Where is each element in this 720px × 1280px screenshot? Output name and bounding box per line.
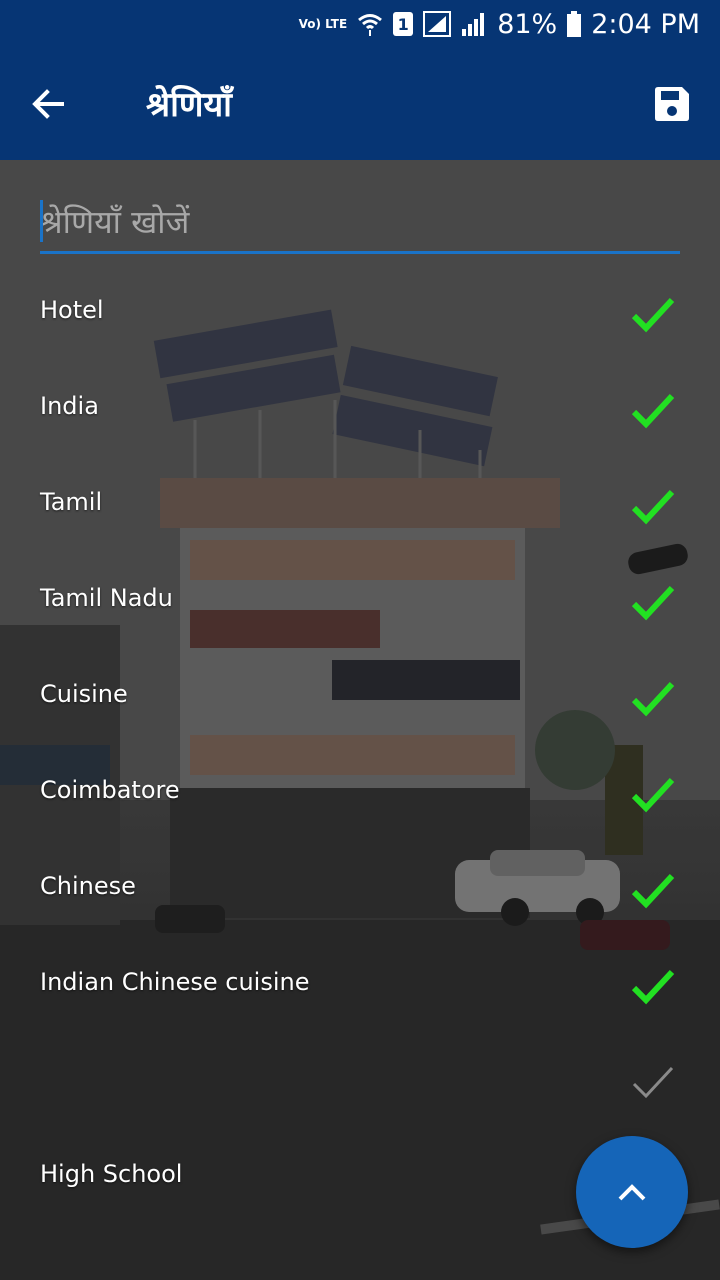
arrow-left-icon[interactable] xyxy=(28,84,68,124)
check-icon[interactable] xyxy=(630,966,676,1006)
check-icon[interactable] xyxy=(630,294,676,334)
list-item[interactable]: Hotel xyxy=(0,268,720,364)
category-label: High School xyxy=(40,1160,183,1188)
battery-percent: 81% xyxy=(497,8,558,40)
clock: 2:04 PM xyxy=(591,8,700,40)
sim-icon: 1 xyxy=(393,12,414,36)
list-item[interactable]: Coimbatore xyxy=(0,748,720,844)
check-icon[interactable] xyxy=(630,486,676,526)
status-bar: Vo) LTE 1 81% 2:04 PM xyxy=(0,0,720,48)
text-cursor xyxy=(40,200,43,242)
check-icon[interactable] xyxy=(630,870,676,910)
list-item[interactable]: Cuisine xyxy=(0,652,720,748)
volte-icon: Vo) LTE xyxy=(298,17,348,31)
list-item[interactable] xyxy=(0,1036,720,1132)
category-label: Hotel xyxy=(40,296,104,324)
category-label: Tamil xyxy=(40,488,103,516)
category-label: Coimbatore xyxy=(40,776,180,804)
search-input[interactable] xyxy=(40,196,680,248)
wifi-icon xyxy=(358,14,383,36)
signal-bars-icon xyxy=(462,13,485,36)
signal-icon xyxy=(423,11,452,37)
check-icon[interactable] xyxy=(630,678,676,718)
check-icon[interactable] xyxy=(630,1062,676,1102)
category-label: India xyxy=(40,392,99,420)
list-item[interactable]: Indian Chinese cuisine xyxy=(0,940,720,1036)
category-label: Cuisine xyxy=(40,680,128,708)
check-icon[interactable] xyxy=(630,390,676,430)
list-item[interactable]: Tamil Nadu xyxy=(0,556,720,652)
app-bar: श्रेणियाँ xyxy=(0,48,720,160)
category-search[interactable] xyxy=(40,196,680,254)
battery-icon xyxy=(567,11,582,37)
floppy-disk-icon[interactable] xyxy=(652,84,692,124)
category-label: Tamil Nadu xyxy=(40,584,173,612)
page-title: श्रेणियाँ xyxy=(146,85,232,125)
list-item[interactable]: India xyxy=(0,364,720,460)
chevron-up-icon xyxy=(618,1184,646,1201)
scroll-up-button[interactable] xyxy=(576,1136,688,1248)
check-icon[interactable] xyxy=(630,774,676,814)
check-icon[interactable] xyxy=(630,582,676,622)
list-item[interactable]: Chinese xyxy=(0,844,720,940)
list-item[interactable]: Tamil xyxy=(0,460,720,556)
category-label: Indian Chinese cuisine xyxy=(40,968,310,996)
category-label: Chinese xyxy=(40,872,136,900)
